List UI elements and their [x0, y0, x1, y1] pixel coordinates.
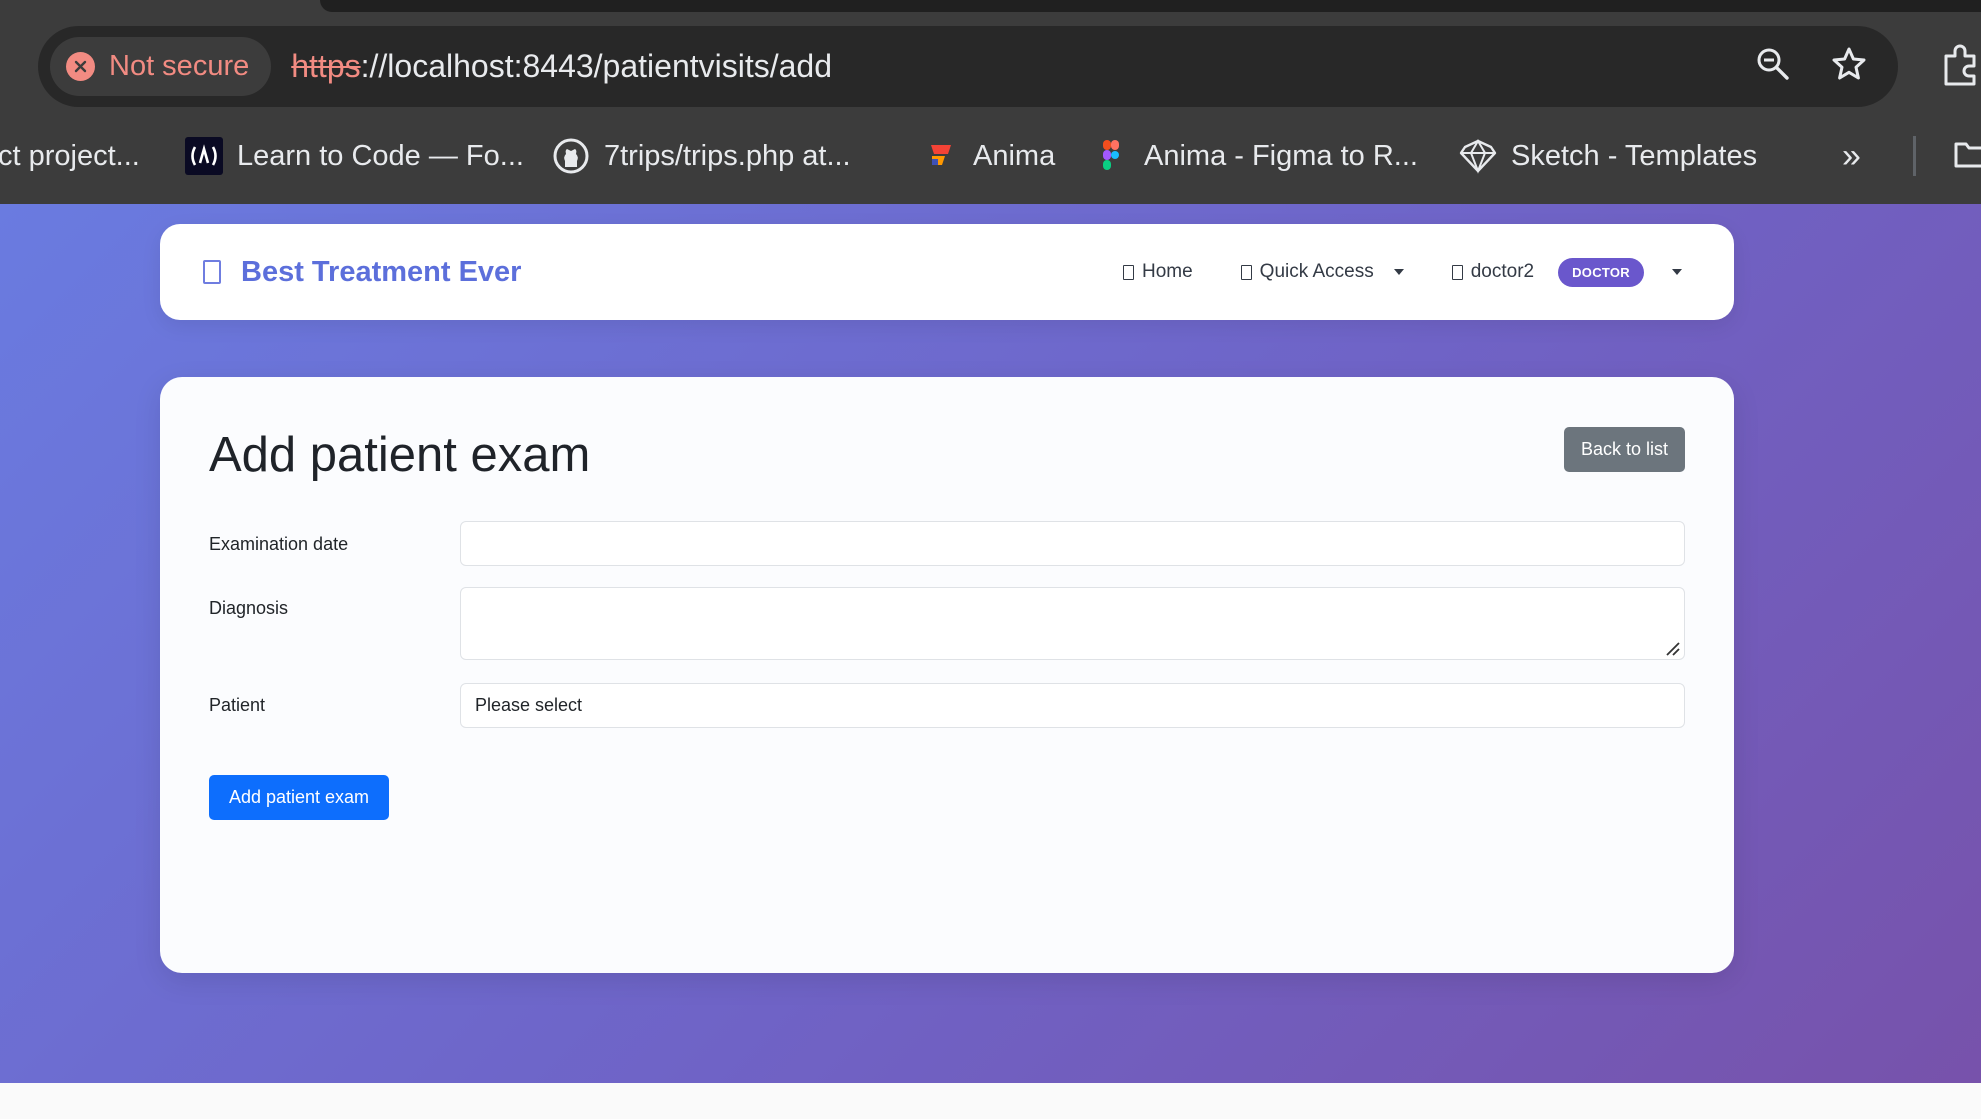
zoom-icon[interactable] [1754, 45, 1792, 88]
page-background: Best Treatment Ever Home Quick Access do… [0, 204, 1981, 1083]
github-icon [552, 137, 590, 175]
home-icon [1122, 264, 1134, 280]
folder-icon[interactable] [1953, 138, 1981, 177]
quick-access-icon [1240, 264, 1252, 280]
resize-handle-icon[interactable] [1664, 640, 1680, 656]
patient-select[interactable]: Please select [460, 683, 1685, 728]
bookmarks-bar: ct project... Learn to Code — Fo... 7tri… [0, 128, 1981, 184]
diagnosis-label: Diagnosis [209, 598, 289, 618]
bookmark-label: Anima [973, 139, 1056, 172]
role-badge: DOCTOR [1558, 257, 1644, 287]
back-to-list-button[interactable]: Back to list [1564, 427, 1685, 472]
bookmark-item[interactable]: 7trips/trips.php at... [552, 128, 851, 184]
url-scheme: https [291, 48, 361, 84]
nav-home-label: Home [1141, 261, 1193, 282]
diagnosis-textarea[interactable] [460, 587, 1685, 660]
examination-date-label: Examination date [209, 534, 349, 554]
brand-icon [203, 260, 221, 284]
more-bookmarks-chevron[interactable]: » [1842, 128, 1861, 184]
chevron-down-icon [1672, 269, 1682, 275]
top-navbar: Best Treatment Ever Home Quick Access do… [160, 224, 1734, 320]
nav-items: Home Quick Access doctor2 DOCTOR [1122, 224, 1682, 320]
browser-chrome: Not secure https://localhost:8443/patien… [0, 0, 1981, 204]
bookmark-label: Sketch - Templates [1511, 139, 1758, 172]
chevron-down-icon [1393, 269, 1404, 275]
tab-strip [320, 0, 1981, 12]
nav-home-link[interactable]: Home [1122, 261, 1193, 283]
patient-label: Patient [209, 695, 266, 715]
address-bar[interactable]: Not secure https://localhost:8443/patien… [38, 26, 1898, 107]
bookmark-item[interactable]: Sketch - Templates [1459, 128, 1757, 184]
bookmark-label: 7trips/trips.php at... [604, 139, 851, 172]
freecodecamp-icon [185, 137, 223, 175]
bookmark-item[interactable]: ct project... [0, 128, 140, 184]
bookmark-label: Learn to Code — Fo... [237, 139, 524, 172]
not-secure-icon [66, 52, 95, 81]
bookmark-label: ct project... [0, 139, 140, 172]
url-path: ://localhost:8443/patientvisits/add [360, 48, 833, 84]
bookmark-label: Anima - Figma to R... [1144, 139, 1418, 172]
anima-icon [921, 137, 959, 175]
nav-quick-access-dropdown[interactable]: Quick Access [1240, 261, 1404, 283]
bookmark-item[interactable]: Learn to Code — Fo... [185, 128, 524, 184]
examination-date-input[interactable] [460, 521, 1685, 566]
nav-user-label: doctor2 [1470, 261, 1535, 282]
sketch-icon [1459, 137, 1497, 175]
bookmark-star-icon[interactable] [1830, 45, 1868, 88]
security-indicator[interactable]: Not secure [50, 37, 272, 96]
bookmark-item[interactable]: Anima [921, 128, 1055, 184]
form-card: Add patient exam Back to list Examinatio… [160, 377, 1734, 973]
nav-quick-access-label: Quick Access [1259, 261, 1374, 282]
page-footer-area [0, 1083, 1981, 1119]
add-patient-exam-button[interactable]: Add patient exam [209, 775, 389, 820]
bookmarks-divider [1913, 136, 1916, 176]
omnibox-actions [1754, 26, 1868, 107]
not-secure-label: Not secure [109, 50, 250, 82]
figma-icon [1092, 137, 1130, 175]
url-text[interactable]: https://localhost:8443/patientvisits/add [291, 48, 832, 85]
nav-user-dropdown[interactable]: doctor2 DOCTOR [1451, 257, 1682, 287]
user-icon [1451, 264, 1463, 280]
brand[interactable]: Best Treatment Ever [203, 256, 521, 289]
bookmark-item[interactable]: Anima - Figma to R... [1092, 128, 1418, 184]
brand-name: Best Treatment Ever [241, 255, 522, 288]
extensions-icon[interactable] [1940, 44, 1981, 88]
page-title: Add patient exam [209, 428, 591, 482]
